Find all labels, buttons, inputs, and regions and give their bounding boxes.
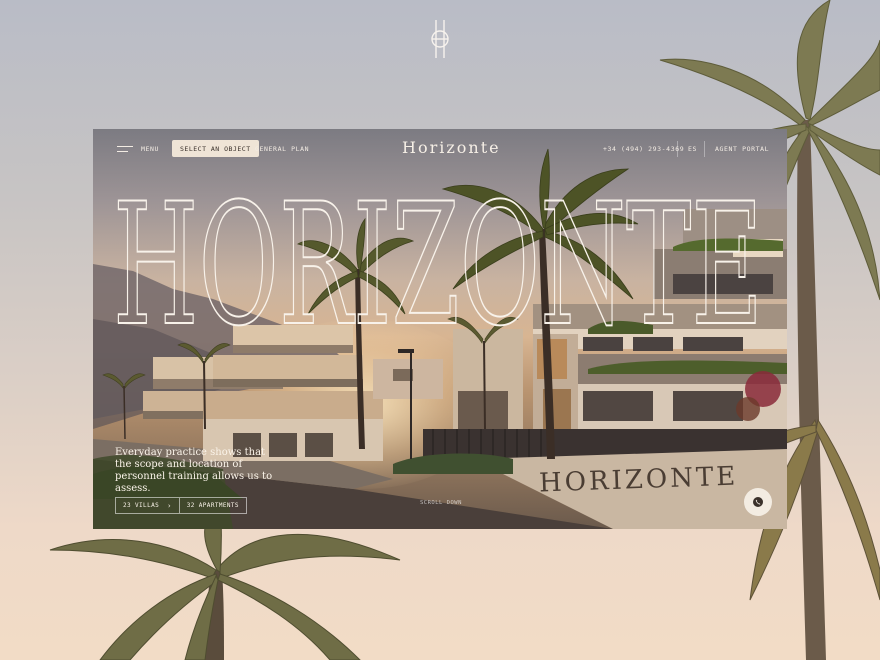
hero-card: HORIZONTE HORIZONTE MENU SELECT AN OBJEC… bbox=[93, 129, 787, 529]
brand-logo[interactable]: Horizonte bbox=[402, 138, 501, 157]
chevron-right-icon: › bbox=[167, 501, 172, 510]
menu-label: MENU bbox=[141, 145, 160, 153]
whatsapp-button[interactable] bbox=[744, 488, 772, 516]
agent-portal-link[interactable]: AGENT PORTAL bbox=[715, 145, 769, 153]
nav-divider bbox=[704, 141, 705, 157]
hero-title: HORIZONTE bbox=[113, 163, 787, 333]
scroll-down-hint[interactable]: SCROLL DOWN bbox=[420, 500, 462, 506]
general-plan-link[interactable]: GENERAL PLAN bbox=[255, 145, 309, 153]
menu-button[interactable]: MENU bbox=[117, 142, 159, 156]
property-counts: 23 VILLAS › 32 APARTMENTS bbox=[115, 497, 247, 514]
villas-count-button[interactable]: 23 VILLAS › bbox=[115, 497, 179, 514]
language-switch[interactable]: ES bbox=[688, 145, 697, 153]
phone-link[interactable]: +34 (494) 293-4369 bbox=[603, 145, 684, 153]
hero-tagline: Everyday practice shows that the scope a… bbox=[115, 447, 273, 494]
nav-divider bbox=[677, 141, 678, 157]
villas-count-label: 23 VILLAS bbox=[123, 502, 160, 509]
select-object-button[interactable]: SELECT AN OBJECT bbox=[172, 140, 259, 157]
apartments-count-button[interactable]: 32 APARTMENTS bbox=[178, 497, 247, 514]
monogram-logo[interactable] bbox=[426, 18, 454, 60]
hero-title-text: HORIZONTE bbox=[113, 167, 763, 333]
hamburger-icon bbox=[117, 146, 133, 152]
apartments-count-label: 32 APARTMENTS bbox=[186, 502, 239, 509]
top-nav: MENU SELECT AN OBJECT GENERAL PLAN Horiz… bbox=[93, 129, 787, 169]
whatsapp-icon bbox=[753, 497, 763, 507]
